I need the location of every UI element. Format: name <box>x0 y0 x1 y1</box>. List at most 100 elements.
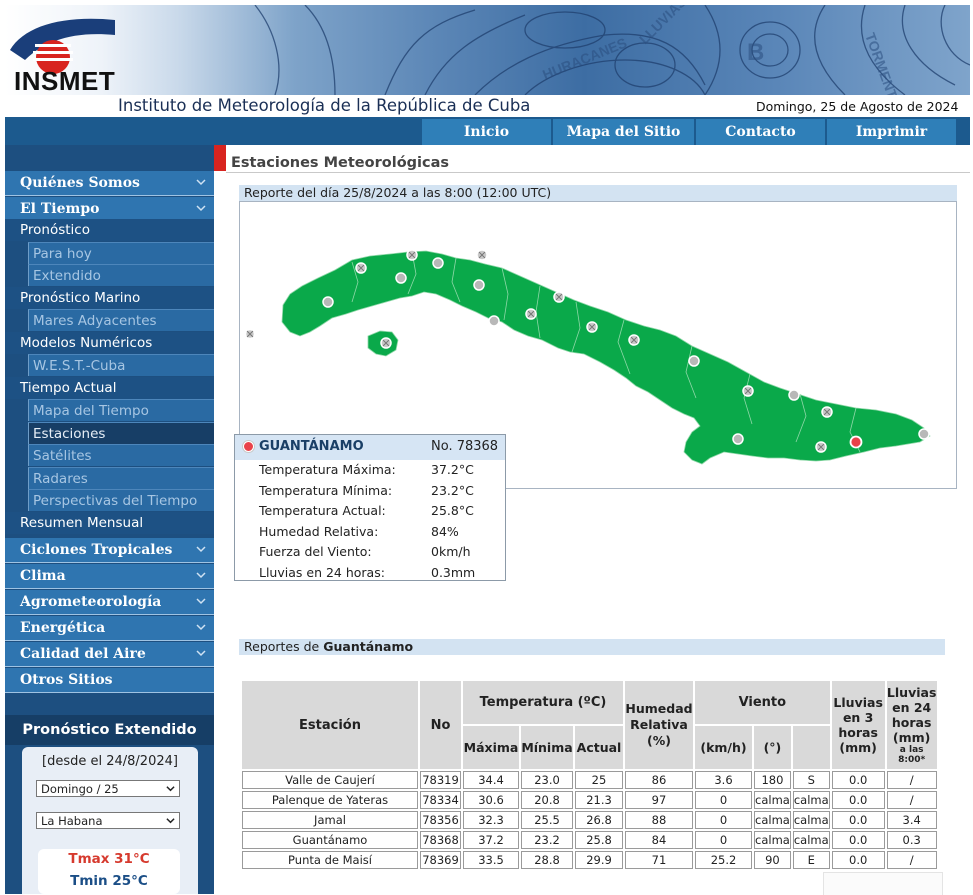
sidebar-item-label: Pronóstico <box>20 222 90 238</box>
site-title: Instituto de Meteorología de la Repúblic… <box>118 96 531 115</box>
logo-text: INSMET <box>14 66 116 96</box>
stations-table-body: Valle de Caujerí 78319 34.4 23.0 25 86 3.6 180 S… <box>242 771 937 869</box>
table-cell: 0.0 <box>831 831 885 849</box>
station-marker[interactable] <box>432 257 444 269</box>
station-marker[interactable] <box>788 389 800 401</box>
station-marker[interactable] <box>395 272 407 284</box>
station-marker[interactable] <box>355 262 367 274</box>
table-cell: calma <box>792 831 830 849</box>
sidebar-item-radares[interactable]: Radares <box>28 467 214 489</box>
sidebar-item-modelos-numericos[interactable]: Modelos Numéricos <box>5 332 214 354</box>
col-header-minima: Mínima <box>521 726 573 769</box>
sidebar-item-satelites[interactable]: Satélites <box>28 444 214 466</box>
table-cell: 78368 <box>420 831 461 849</box>
table-cell: 84 <box>625 831 693 849</box>
col-header-maxima: Máxima <box>463 726 519 769</box>
sidebar-item-quienes-somos[interactable]: Quiénes Somos <box>5 171 214 196</box>
table-cell: 28.8 <box>521 851 573 869</box>
table-cell: 78356 <box>420 811 461 829</box>
sidebar-item-label: Para hoy <box>33 246 92 262</box>
table-cell: 78369 <box>420 851 461 869</box>
sidebar-item-perspectivas[interactable]: Perspectivas del Tiempo <box>28 489 214 511</box>
station-marker[interactable] <box>821 406 833 418</box>
nav-mapa-del-sitio[interactable]: Mapa del Sitio <box>553 119 694 145</box>
sidebar-item-otros-sitios[interactable]: Otros Sitios <box>5 668 214 693</box>
station-marker[interactable] <box>732 433 744 445</box>
sidebar-item-mapa-del-tiempo[interactable]: Mapa del Tiempo <box>28 399 214 421</box>
station-marker-selected[interactable] <box>849 435 863 449</box>
sidebar-item-label: Agrometeorología <box>20 594 162 610</box>
sidebar-item-label: Mares Adyacentes <box>33 313 157 329</box>
sidebar-item-extendido[interactable]: Extendido <box>28 264 214 286</box>
sidebar-item-agrometeorologia[interactable]: Agrometeorología <box>5 590 214 615</box>
sidebar-item-label: Estaciones <box>33 426 106 442</box>
station-marker[interactable] <box>586 321 598 333</box>
forecast-tmin: Tmin 25°C <box>70 873 148 889</box>
sidebar-item-clima[interactable]: Clima <box>5 564 214 589</box>
sidebar-item-west-cuba[interactable]: W.E.S.T.-Cuba <box>28 354 214 376</box>
table-cell: calma <box>754 831 791 849</box>
station-marker[interactable] <box>380 337 392 349</box>
sidebar-item-ciclones-tropicales[interactable]: Ciclones Tropicales <box>5 538 214 563</box>
col-header-grados: (°) <box>754 726 791 769</box>
popup-station-number: No. 78368 <box>431 439 499 454</box>
station-marker[interactable] <box>322 296 334 308</box>
page-title: Estaciones Meteorológicas <box>231 155 450 171</box>
table-cell: 0 <box>695 831 752 849</box>
province-reports-heading: Reportes de Guantánamo <box>239 639 945 655</box>
forecast-place-select[interactable]: La Habana <box>36 812 180 829</box>
station-marker[interactable] <box>688 355 700 367</box>
station-marker[interactable] <box>742 385 754 397</box>
station-marker[interactable] <box>815 441 827 453</box>
station-marker[interactable] <box>553 291 565 303</box>
nav-inicio[interactable]: Inicio <box>422 119 551 145</box>
reports-prefix: Reportes de <box>244 639 320 654</box>
forecast-day-select[interactable]: Domingo / 25 <box>36 780 180 797</box>
table-cell: Palenque de Yateras <box>242 791 418 809</box>
table-cell: 180 <box>754 771 791 789</box>
station-marker[interactable] <box>476 249 488 261</box>
popup-label: Temperatura Máxima: <box>259 462 396 477</box>
station-marker[interactable] <box>918 428 930 440</box>
banner-word-tormenta: TORMENTA <box>862 31 904 95</box>
popup-value: 25.8°C <box>431 503 474 518</box>
col-header-lluvias-24h: Lluvias en 24 horas (mm) a las 8:00* <box>886 681 937 769</box>
nav-imprimir[interactable]: Imprimir <box>827 119 956 145</box>
station-marker[interactable] <box>488 315 500 327</box>
chevron-down-icon <box>166 786 175 792</box>
sidebar-item-tiempo-actual[interactable]: Tiempo Actual <box>5 377 214 399</box>
sidebar-item-label: Mapa del Tiempo <box>33 403 149 419</box>
table-cell: 25.5 <box>521 811 573 829</box>
sidebar-item-mares-adyacentes[interactable]: Mares Adyacentes <box>28 309 214 331</box>
table-cell: / <box>886 791 937 809</box>
sidebar-item-para-hoy[interactable]: Para hoy <box>28 242 214 264</box>
station-marker[interactable] <box>473 279 485 291</box>
col-header-direccion <box>792 726 830 769</box>
chevron-down-icon <box>196 546 206 553</box>
station-marker[interactable] <box>525 308 537 320</box>
table-row: Jamal 78356 32.3 25.5 26.8 88 0 calma calma 0.0 3.… <box>242 811 937 829</box>
sidebar-item-pronostico-marino[interactable]: Pronóstico Marino <box>5 287 214 309</box>
table-row: Valle de Caujerí 78319 34.4 23.0 25 86 3.6 180 S… <box>242 771 937 789</box>
table-cell: 78334 <box>420 791 461 809</box>
stations-table: Estación No Temperatura (ºC) Humedad Rel… <box>240 679 939 871</box>
sidebar-item-resumen-mensual[interactable]: Resumen Mensual <box>5 512 214 534</box>
popup-label: Lluvias en 24 horas: <box>259 565 385 580</box>
table-cell: Jamal <box>242 811 418 829</box>
nav-contacto[interactable]: Contacto <box>696 119 825 145</box>
chevron-down-icon <box>196 598 206 605</box>
sidebar-item-label: W.E.S.T.-Cuba <box>33 358 126 374</box>
sidebar-item-calidad-del-aire[interactable]: Calidad del Aire <box>5 642 214 667</box>
reports-province: Guantánamo <box>323 639 414 654</box>
sidebar-item-pronostico[interactable]: Pronóstico <box>5 219 214 241</box>
station-marker[interactable] <box>244 328 256 340</box>
table-cell: 0.0 <box>831 791 885 809</box>
station-marker[interactable] <box>628 334 640 346</box>
sidebar-item-estaciones[interactable]: Estaciones <box>28 422 214 444</box>
col-header-actual: Actual <box>575 726 623 769</box>
forecast-place-value: La Habana <box>41 814 103 828</box>
cuba-island <box>281 250 931 465</box>
station-marker[interactable] <box>406 249 418 261</box>
sidebar-item-energetica[interactable]: Energética <box>5 616 214 641</box>
table-row: Palenque de Yateras 78334 30.6 20.8 21.3 97 0 c… <box>242 791 937 809</box>
